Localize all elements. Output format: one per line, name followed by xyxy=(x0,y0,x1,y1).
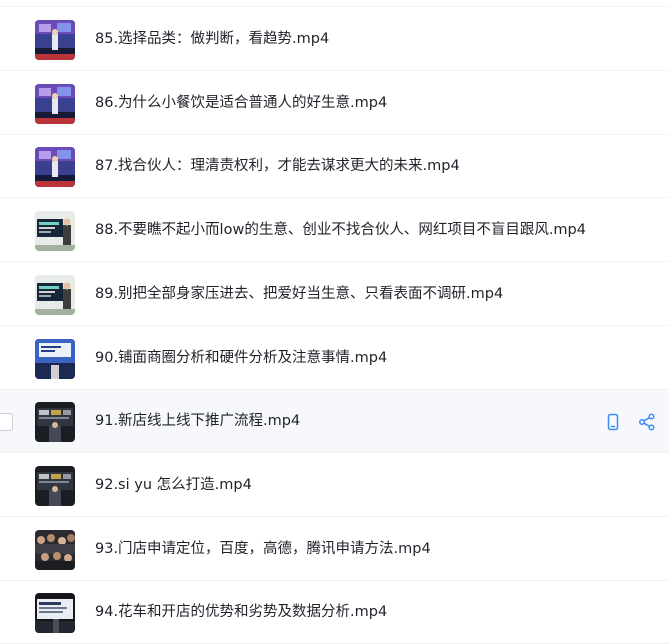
file-row[interactable]: 91.新店线上线下推广流程.mp4 xyxy=(0,390,669,454)
file-name[interactable]: 85.选择品类：做判断，看趋势.mp4 xyxy=(95,8,329,71)
file-row[interactable]: 86.为什么小餐饮是适合普通人的好生意.mp4 xyxy=(0,72,669,135)
file-name[interactable]: 93.门店申请定位，百度，高德，腾讯申请方法.mp4 xyxy=(95,518,431,581)
file-row[interactable]: 87.找合伙人：理清责权利，才能去谋求更大的未来.mp4 xyxy=(0,135,669,199)
file-name[interactable]: 86.为什么小餐饮是适合普通人的好生意.mp4 xyxy=(95,72,387,135)
file-row[interactable]: 88.不要瞧不起小而low的生意、创业不找合伙人、网红项目不盲目跟风.mp4 xyxy=(0,199,669,263)
file-name[interactable]: 90.铺面商圈分析和硬件分析及注意事情.mp4 xyxy=(95,327,387,390)
video-thumbnail[interactable] xyxy=(35,83,75,124)
list-top-divider xyxy=(0,0,669,7)
video-thumbnail[interactable] xyxy=(35,211,75,252)
row-checkbox[interactable] xyxy=(0,413,13,432)
share-icon[interactable] xyxy=(637,412,657,432)
file-name[interactable]: 92.si yu 怎么打造.mp4 xyxy=(95,454,252,517)
video-thumbnail[interactable] xyxy=(35,274,75,315)
file-name[interactable]: 88.不要瞧不起小而low的生意、创业不找合伙人、网红项目不盲目跟风.mp4 xyxy=(95,199,586,262)
file-name[interactable]: 89.别把全部身家压进去、把爱好当生意、只看表面不调研.mp4 xyxy=(95,263,503,326)
file-row[interactable]: 92.si yu 怎么打造.mp4 xyxy=(0,454,669,517)
video-thumbnail[interactable] xyxy=(35,338,75,379)
file-row[interactable]: 89.别把全部身家压进去、把爱好当生意、只看表面不调研.mp4 xyxy=(0,263,669,326)
video-thumbnail[interactable] xyxy=(35,529,75,570)
phone-icon[interactable] xyxy=(603,412,623,432)
file-name[interactable]: 87.找合伙人：理清责权利，才能去谋求更大的未来.mp4 xyxy=(95,135,460,198)
file-name[interactable]: 91.新店线上线下推广流程.mp4 xyxy=(95,390,300,453)
file-row[interactable]: 85.选择品类：做判断，看趋势.mp4 xyxy=(0,8,669,71)
file-row[interactable]: 93.门店申请定位，百度，高德，腾讯申请方法.mp4 xyxy=(0,518,669,581)
video-thumbnail[interactable] xyxy=(35,402,75,443)
video-thumbnail[interactable] xyxy=(35,20,75,60)
video-thumbnail[interactable] xyxy=(35,147,75,188)
video-thumbnail[interactable] xyxy=(35,593,75,634)
video-thumbnail[interactable] xyxy=(35,465,75,506)
file-row[interactable]: 90.铺面商圈分析和硬件分析及注意事情.mp4 xyxy=(0,327,669,390)
